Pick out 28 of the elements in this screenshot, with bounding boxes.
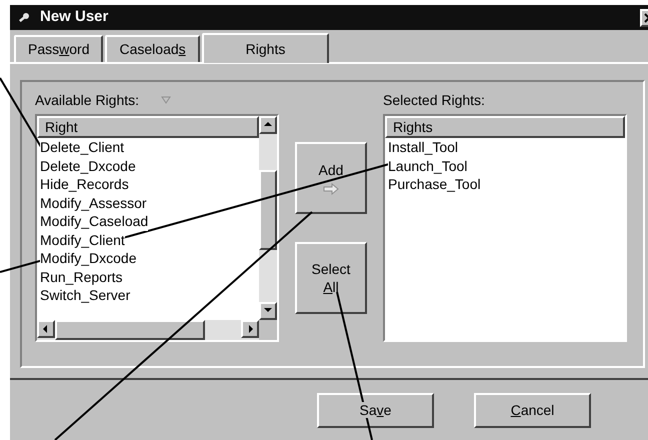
list-box[interactable]: Rights Install_Tool Launch_Tool Purchase_Tool [383, 114, 627, 342]
cancel-button[interactable]: Cancel [474, 393, 591, 428]
key-icon [18, 12, 30, 24]
column-header[interactable]: Right [37, 116, 259, 138]
list-label: Selected Rights: [383, 90, 485, 110]
sort-icon [161, 96, 172, 104]
list-box[interactable]: Right Delete_Client Delete_Dxcode Hide_Records Modify_Assessor Modify_Caseload Modify_Client Modify_Dxcode Run_Reports Switch_Server [35, 114, 279, 342]
add-button[interactable]: Add [295, 142, 367, 214]
select-all-button[interactable]: Select All [295, 242, 367, 314]
column-header[interactable]: Rights [385, 116, 625, 138]
vertical-scrollbar[interactable] [259, 116, 277, 320]
scroll-button[interactable] [259, 302, 277, 320]
horizontal-scrollbar[interactable] [37, 320, 259, 340]
tab[interactable]: Password [14, 35, 104, 62]
scroll-thumb[interactable] [259, 170, 277, 250]
list-label: Available Rights: [35, 90, 140, 110]
arrow-icon [323, 183, 339, 195]
list-item[interactable]: Delete_Dxcode [40, 156, 136, 175]
scroll-button[interactable] [259, 116, 277, 134]
scroll-button[interactable] [241, 320, 259, 338]
window-title: New User [40, 7, 108, 28]
scroll-thumb[interactable] [55, 320, 205, 340]
tab[interactable]: Caseloads [105, 35, 200, 62]
tab[interactable]: Rights [202, 33, 330, 63]
list-item[interactable]: Modify_Dxcode [40, 249, 136, 268]
save-button[interactable]: Save [317, 393, 434, 428]
scroll-button[interactable] [37, 320, 55, 338]
scrollbar-corner [259, 320, 277, 340]
